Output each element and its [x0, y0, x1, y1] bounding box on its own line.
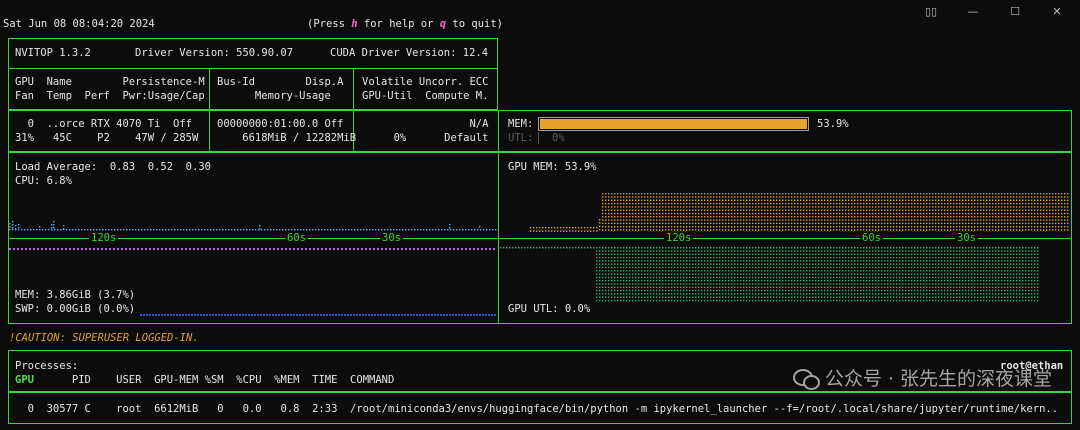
watermark-text: 公众号 · 张先生的深夜课堂 — [824, 368, 1052, 390]
utl-bar-label: UTL: — [508, 132, 534, 144]
gpu-header-col2-line1: Bus-Id Disp.A — [217, 76, 344, 88]
help-prefix: (Press — [307, 18, 352, 30]
gpu-tick-120: 120s — [664, 232, 694, 244]
gpu-tick-60: 60s — [860, 232, 883, 244]
swap-graph — [140, 314, 496, 316]
gpu-header-col1-line1: GPU Name Persistence-M — [15, 76, 205, 88]
help-suffix: to quit) — [446, 18, 504, 30]
watermark: 公众号 · 张先生的深夜课堂 — [792, 364, 1052, 391]
gpu-row-col3-line2: 0% Default — [362, 132, 489, 144]
host-swp: SWP: 0.00GiB (0.0%) — [15, 303, 136, 315]
host-mem: MEM: 3.86GiB (3.7%) — [15, 289, 136, 301]
mem-bar-fill — [540, 119, 807, 129]
gpu-header-col2-line2: Memory-Usage — [217, 90, 331, 102]
gpu-mem-history-graph — [530, 193, 1069, 232]
nvitop-version: NVITOP 1.3.2 — [15, 47, 91, 59]
gpu-row-col2-line1: 00000000:01:00.0 Off — [217, 118, 344, 130]
load-average: Load Average: 0.83 0.52 0.30 — [15, 161, 211, 173]
help-hint: (Press h for help or q to quit) — [307, 17, 503, 31]
gpu-row-col1-line1: 0 ..orce RTX 4070 Ti Off — [15, 118, 193, 130]
mem-bar-label: MEM: — [508, 118, 534, 130]
mem-bar-percent: 53.9% — [817, 118, 849, 130]
window-controls: ▯▯ — ☐ ✕ — [924, 0, 1064, 22]
host-mem-graph — [9, 248, 497, 250]
gpu-tick-30: 30s — [955, 232, 978, 244]
gpu-header-col3-line1: Volatile Uncorr. ECC — [362, 76, 489, 88]
help-mid: for help or — [357, 18, 440, 30]
utl-bar-percent: 0% — [552, 132, 565, 144]
processes-header-rest: PID USER GPU-MEM %SM %CPU %MEM TIME COMM… — [33, 374, 395, 386]
gpu-utl-history-graph — [500, 247, 1039, 302]
cuda-version: CUDA Driver Version: 12.4 — [330, 47, 489, 59]
gpu-header-col1-line2: Fan Temp Perf Pwr:Usage/Cap — [15, 90, 205, 102]
gpu-row-col1-line2: 31% 45C P2 47W / 285W — [15, 132, 199, 144]
wechat-icon — [792, 367, 820, 390]
gpu-header-col3-line2: GPU-Util Compute M. — [362, 90, 489, 102]
process-row[interactable]: 0 30577 C root 6612MiB 0 0.0 0.8 2:33 /r… — [15, 402, 1058, 416]
gpu-row-col2-line2: 6618MiB / 12282MiB — [217, 132, 357, 144]
datetime: Sat Jun 08 08:04:20 2024 — [3, 18, 155, 30]
minimize-icon[interactable]: — — [966, 0, 980, 22]
cpu-percent: CPU: 6.8% — [15, 175, 72, 187]
maximize-icon[interactable]: ☐ — [1008, 0, 1022, 22]
cpu-history-graph — [9, 221, 497, 231]
gpu-row-col3-line1: N/A — [362, 118, 489, 130]
close-icon[interactable]: ✕ — [1050, 0, 1064, 22]
driver-version: Driver Version: 550.90.07 — [135, 47, 294, 59]
cpu-tick-120: 120s — [89, 232, 119, 244]
cpu-tick-60: 60s — [285, 232, 308, 244]
gpu-mem-label: GPU MEM: 53.9% — [508, 161, 597, 173]
sidebar-toggle-icon[interactable]: ▯▯ — [924, 0, 938, 22]
processes-title: Processes: — [15, 360, 79, 372]
processes-headers: GPU PID USER GPU-MEM %SM %CPU %MEM TIME … — [15, 373, 394, 387]
gpu-utl-label: GPU UTL: 0.0% — [508, 303, 591, 315]
caution-message: !CAUTION: SUPERUSER LOGGED-IN. — [9, 332, 199, 344]
cpu-tick-30: 30s — [380, 232, 403, 244]
gpu-column-header: GPU — [15, 374, 34, 386]
